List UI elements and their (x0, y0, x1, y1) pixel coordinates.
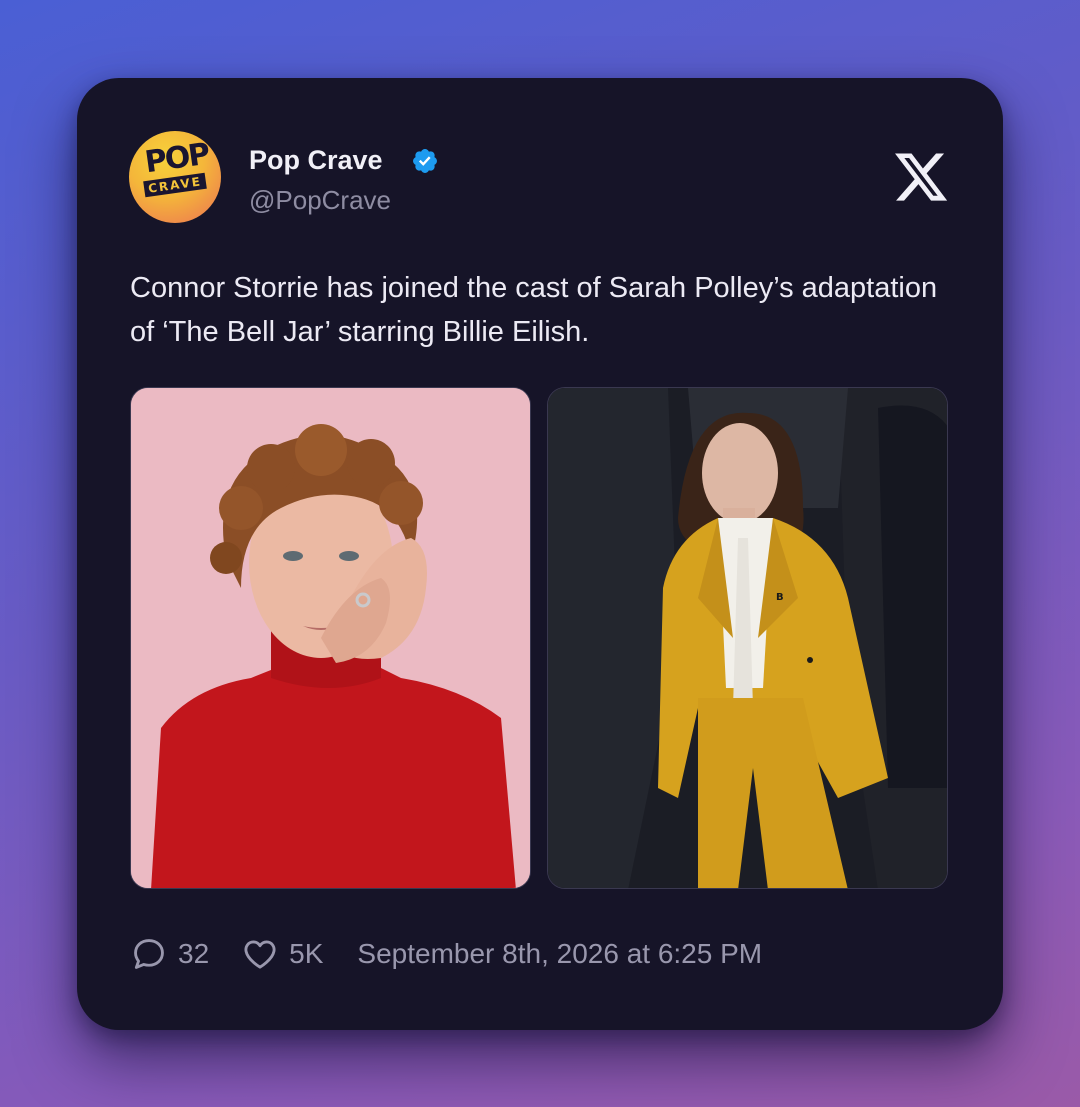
verified-badge-icon (413, 149, 437, 173)
author-handle[interactable]: @PopCrave (249, 184, 391, 216)
tweet-card: POP CRAVE Pop Crave @PopCrave Connor Sto… (77, 78, 1003, 1030)
heart-icon[interactable] (241, 935, 279, 973)
reply-count: 32 (178, 938, 210, 969)
tweet-image-connor-storrie[interactable] (130, 387, 531, 889)
tweet-image-billie-eilish[interactable]: B (547, 387, 948, 889)
x-logo-icon[interactable] (892, 148, 950, 206)
connor-storrie-illustration (131, 388, 530, 888)
author-name[interactable]: Pop Crave (249, 144, 383, 176)
billie-eilish-illustration: B (548, 388, 947, 888)
tweet-timestamp[interactable]: September 8th, 2026 at 6:25 PM (357, 938, 762, 970)
reply-icon[interactable] (130, 935, 168, 973)
like-count: 5K (289, 938, 324, 969)
tweet-footer: 32 5K September 8th, 2026 at 6:25 PM (130, 934, 762, 974)
tweet-text: Connor Storrie has joined the cast of Sa… (130, 272, 938, 348)
svg-text:B: B (776, 592, 784, 603)
avatar[interactable]: POP CRAVE (129, 131, 221, 223)
